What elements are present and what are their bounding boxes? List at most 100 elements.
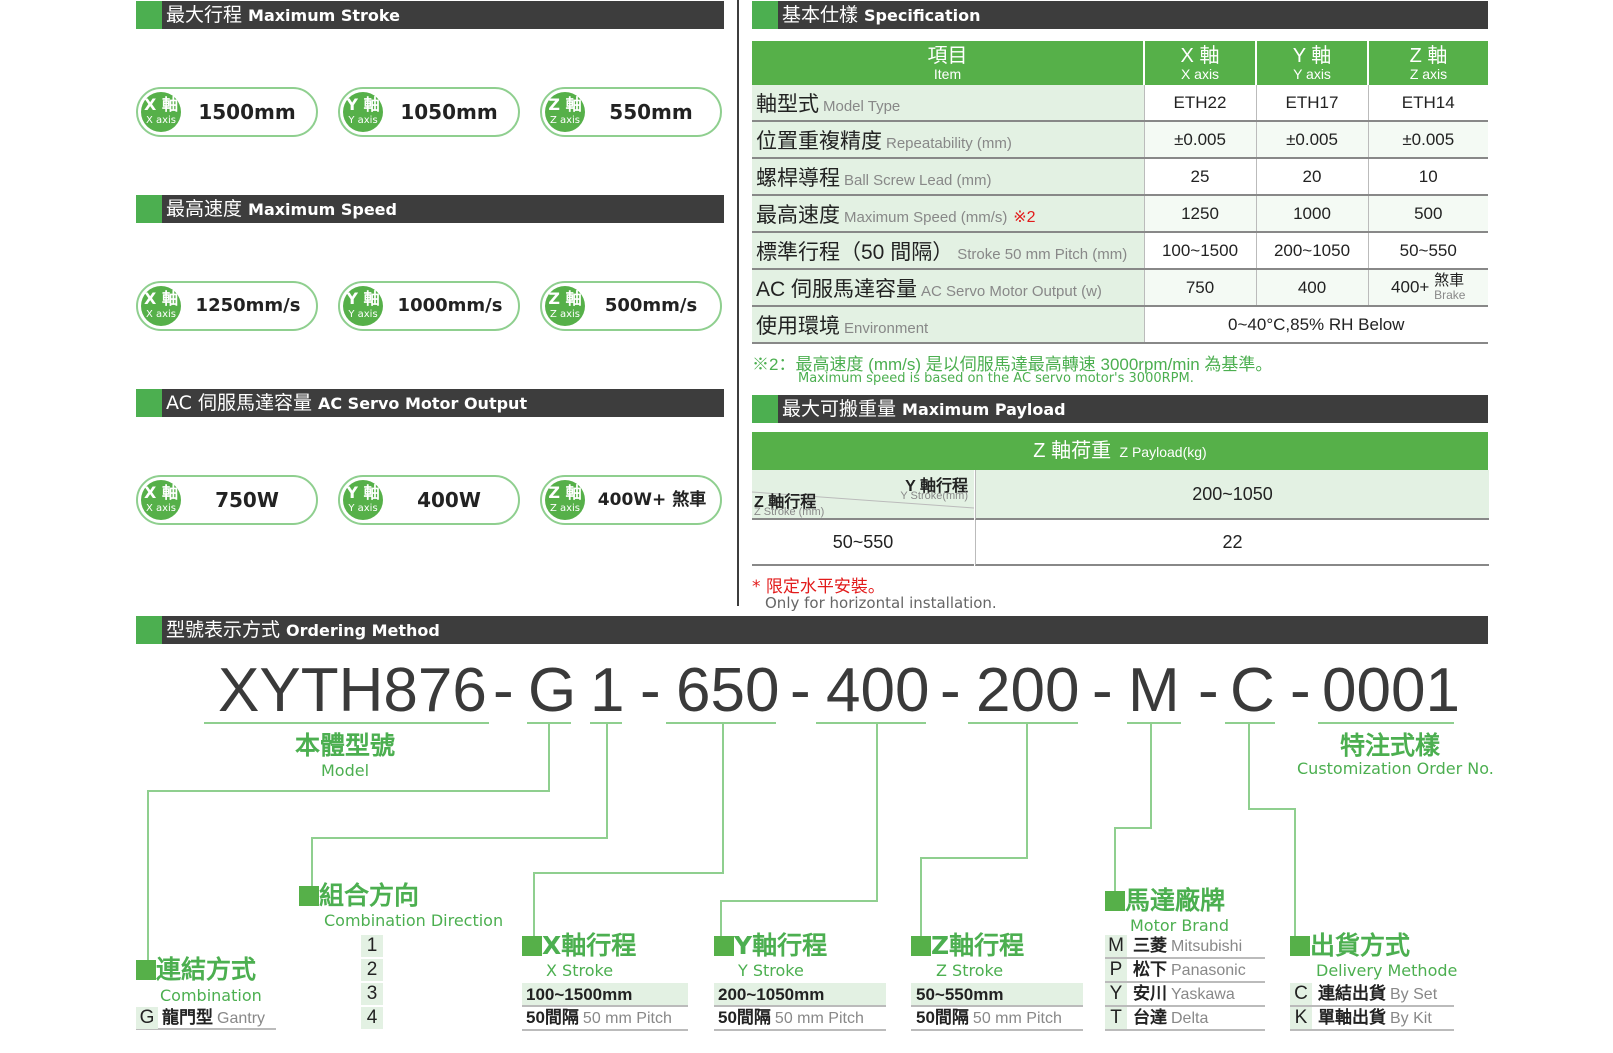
section-header-spec: 基本仕樣 Specification xyxy=(752,1,1488,29)
code-part-x: 650 xyxy=(676,656,780,725)
motor-value-y: 400W xyxy=(417,488,481,512)
ordering-title-en: Ordering Method xyxy=(286,621,440,640)
option-label: 三菱 Mitsubishi xyxy=(1133,936,1243,955)
spec-header-y: Y 軸Y axis xyxy=(1256,41,1369,85)
spec-row-lead: 螺桿導程 Ball Screw Lead (mm) 25 20 10 xyxy=(752,158,1488,196)
motor-title-zh: AC 伺服馬達容量 xyxy=(166,392,312,414)
code-sep: - xyxy=(940,656,961,725)
combination-title: 連結方式 xyxy=(136,956,256,984)
delivery-title: 出貨方式 xyxy=(1290,932,1410,960)
x-stroke-subtitle: X Stroke xyxy=(546,961,614,980)
spec-row-model: 軸型式 Model Type ETH22 ETH17 ETH14 xyxy=(752,85,1488,122)
brake-zh: 煞車 xyxy=(1434,271,1465,289)
stroke-value-z: 550mm xyxy=(609,100,693,124)
z-stroke-pitch: 50間隔 50 mm Pitch xyxy=(916,1008,1062,1027)
section-header-speed: 最高速度 Maximum Speed xyxy=(136,195,724,223)
connector-combination xyxy=(147,790,149,965)
spec-table: 項目 Item X 軸X axis Y 軸Y axis Z 軸Z axis 軸型式… xyxy=(752,41,1488,344)
spec-cell: 750 xyxy=(1143,269,1256,307)
note-mark: ※2 xyxy=(1013,208,1036,226)
code-sep: - xyxy=(1290,656,1311,725)
spec-cell: 500 xyxy=(1367,195,1488,233)
bullet-square-icon xyxy=(136,960,156,980)
spec-cell: ETH22 xyxy=(1143,85,1256,122)
column-divider xyxy=(737,0,739,606)
direction-option: 4 xyxy=(361,1007,383,1029)
spec-row-motor: AC 伺服馬達容量 AC Servo Motor Output (w) 750 4… xyxy=(752,269,1488,307)
spec-cell: 25 xyxy=(1143,158,1256,196)
bullet-square-icon xyxy=(714,936,734,956)
motor-title-en: AC Servo Motor Output xyxy=(317,394,528,413)
connector-delivery xyxy=(1248,808,1296,810)
axis-badge-x: X 軸X axis xyxy=(141,480,181,520)
motor-pill-y: Y 軸Y axis 400W xyxy=(338,475,520,525)
y-stroke-range: 200~1050mm xyxy=(718,985,825,1004)
underline-model xyxy=(204,722,489,724)
axis-badge-z: Z 軸Z axis xyxy=(545,92,585,132)
code-part-combination: G xyxy=(528,656,577,725)
connector-combination xyxy=(548,724,550,792)
speed-value-x: 1250mm/s xyxy=(195,295,301,316)
spec-cell: ETH14 xyxy=(1367,85,1488,122)
brand-title: 馬達廠牌 xyxy=(1105,887,1225,915)
spec-header-row: 項目 Item X 軸X axis Y 軸Y axis Z 軸Z axis xyxy=(752,41,1488,85)
spec-header-x: X 軸X axis xyxy=(1144,41,1257,85)
stroke-pill-y: Y 軸Y axis 1050mm xyxy=(338,87,520,137)
spec-cell: ±0.005 xyxy=(1367,121,1488,159)
payload-z-en: Z Stroke (mm) xyxy=(754,506,825,518)
payload-title-zh: 最大可搬重量 xyxy=(782,398,897,420)
underline-custom xyxy=(1318,722,1454,724)
option-key: M xyxy=(1105,935,1127,957)
option-label: 龍門型 Gantry xyxy=(162,1008,266,1027)
spec-cell: 100~1500 xyxy=(1143,232,1256,270)
payload-table: Z 軸荷重 Z Payload(kg) Y 軸行程 Y Stroke(mm) Z… xyxy=(752,432,1489,566)
payload-title-en: Maximum Payload xyxy=(902,400,1066,419)
code-sep: - xyxy=(493,656,514,725)
option-key: T xyxy=(1105,1007,1127,1029)
axis-badge-y: Y 軸Y axis xyxy=(343,480,383,520)
connector-brand xyxy=(1114,827,1152,829)
option-label: 松下 Panasonic xyxy=(1133,960,1246,979)
connector-direction xyxy=(311,837,608,839)
ordering-title-zh: 型號表示方式 xyxy=(166,619,281,641)
axis-badge-y: Y 軸Y axis xyxy=(343,286,383,326)
bullet-square-icon xyxy=(1105,891,1125,911)
spec-row-environment: 使用環境 Environment 0~40°C,85% RH Below xyxy=(752,306,1488,344)
option-key: C xyxy=(1290,983,1312,1005)
speed-title-en: Maximum Speed xyxy=(248,200,397,219)
direction-title: 組合方向 xyxy=(299,882,419,910)
x-stroke-pitch: 50間隔 50 mm Pitch xyxy=(526,1008,672,1027)
connector-x xyxy=(722,724,724,874)
code-part-delivery: C xyxy=(1230,656,1275,725)
stroke-pill-z: Z 軸Z axis 550mm xyxy=(540,87,722,137)
connector-z xyxy=(920,857,1028,859)
option-key: G xyxy=(136,1007,158,1029)
speed-value-y: 1000mm/s xyxy=(397,295,503,316)
spec-cell: 20 xyxy=(1255,158,1368,196)
underline-delivery xyxy=(1225,722,1275,724)
connector-y xyxy=(876,724,878,902)
payload-value: 22 xyxy=(975,520,1489,566)
motor-pill-z: Z 軸Z axis 400W+ 煞車 xyxy=(540,475,722,525)
connector-combination xyxy=(147,790,550,792)
combination-subtitle: Combination xyxy=(160,986,262,1005)
payload-y-range: 200~1050 xyxy=(975,470,1489,520)
custom-label-en: Customization Order No. xyxy=(1297,759,1494,778)
spec-cell: ±0.005 xyxy=(1255,121,1368,159)
spec-cell-z-motor: 400+ 煞車 Brake xyxy=(1367,269,1488,307)
speed-pill-y: Y 軸Y axis 1000mm/s xyxy=(338,281,520,331)
y-stroke-title: Y軸行程 xyxy=(714,932,827,960)
bullet-square-icon xyxy=(299,886,319,906)
option-label: 台達 Delta xyxy=(1133,1008,1209,1027)
code-sep: - xyxy=(790,656,811,725)
axis-badge-z: Z 軸Z axis xyxy=(545,286,585,326)
x-stroke-title: X軸行程 xyxy=(522,932,636,960)
z-stroke-title: Z軸行程 xyxy=(911,932,1024,960)
motor-value-z: 400W+ 煞車 xyxy=(597,490,707,510)
connector-y xyxy=(720,900,878,902)
speed-pill-x: X 軸X axis 1250mm/s xyxy=(136,281,318,331)
spec-row-stroke: 標準行程（50 間隔） Stroke 50 mm Pitch (mm) 100~1… xyxy=(752,232,1488,270)
code-sep: - xyxy=(640,656,661,725)
connector-brand xyxy=(1114,827,1116,895)
spec-title-zh: 基本仕樣 xyxy=(782,4,859,26)
